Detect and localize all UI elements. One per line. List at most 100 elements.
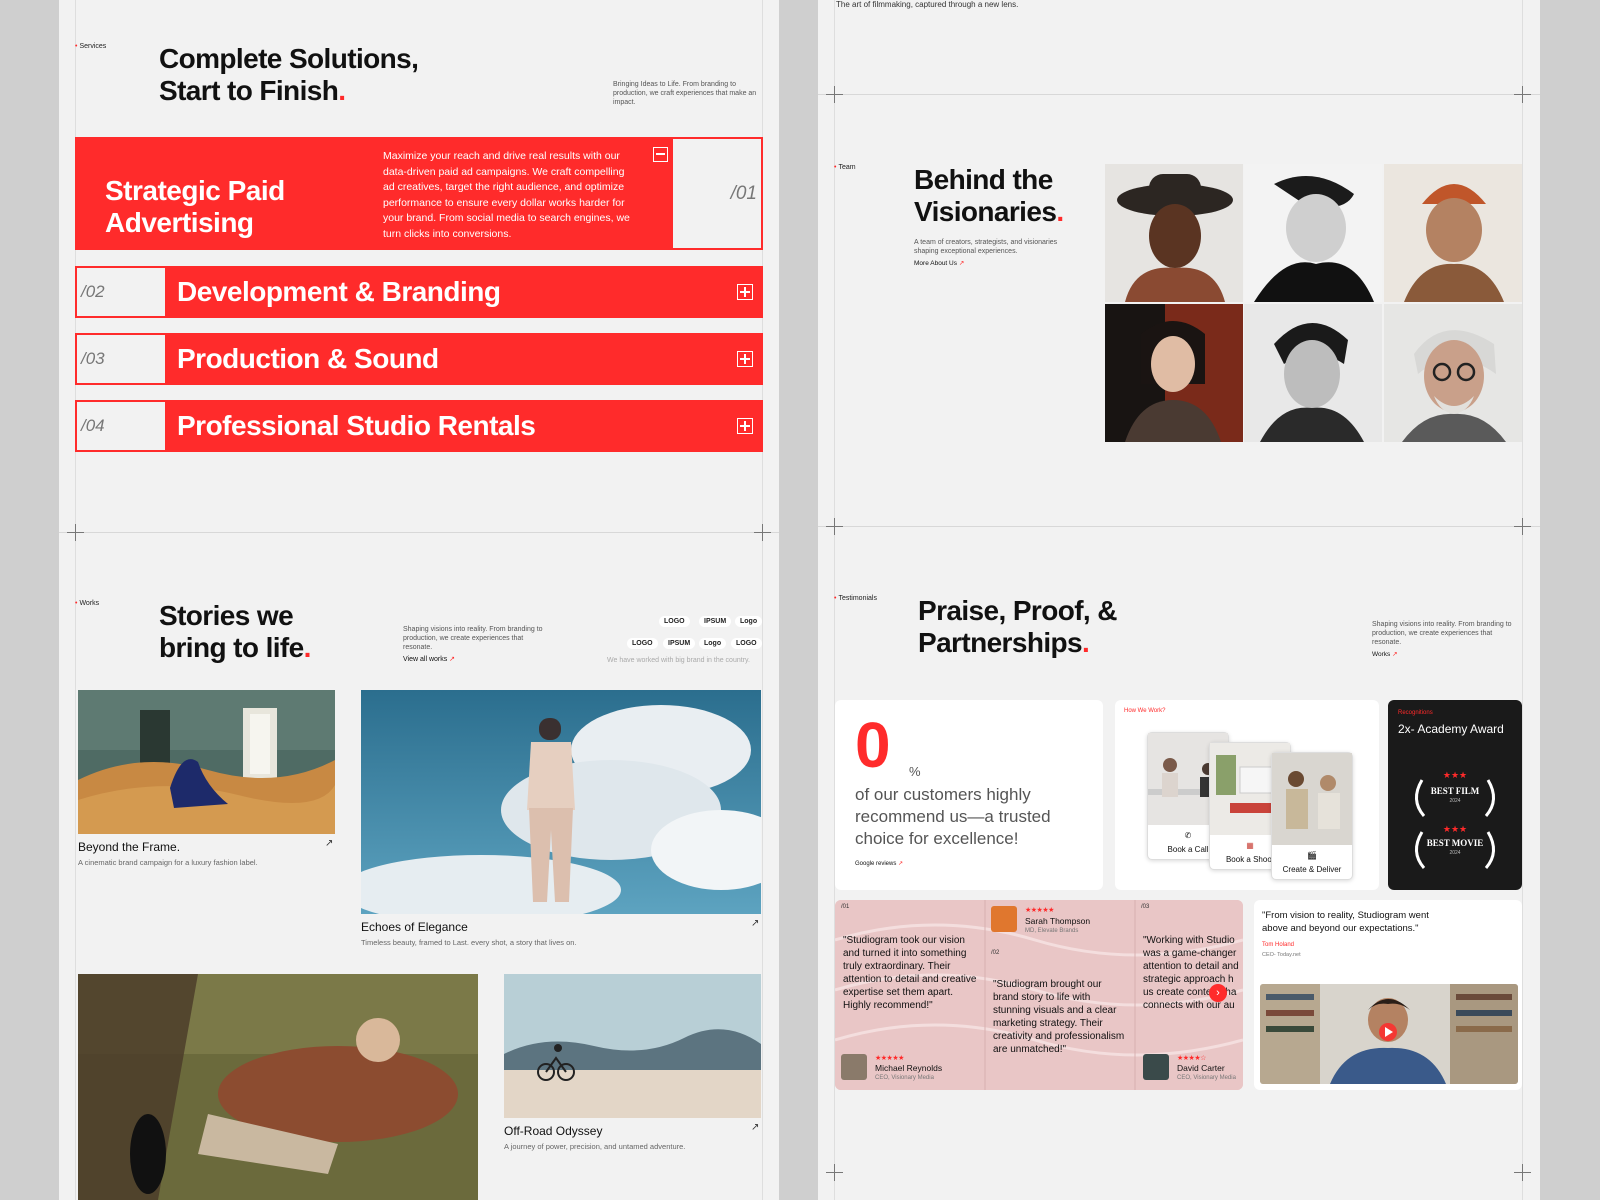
rating-stars: ★★★★★ [1025,907,1054,914]
left-page-panel: Services Complete Solutions, Start to Fi… [59,0,779,1200]
work-subtitle: A cinematic brand campaign for a luxury … [78,858,258,867]
work-image-echoes-of-elegance[interactable] [361,690,761,914]
stat-text: of our customers highly recommend us—a t… [855,785,1051,848]
accordion-item-studio-rentals[interactable]: /04 Professional Studio Rentals [75,400,763,452]
right-page-panel: The art of filmmaking, captured through … [818,0,1540,1200]
stat-unit: % [909,764,921,779]
team-section-label: Team [834,164,855,171]
portrait-older-man [1384,304,1522,442]
works-title: Stories we bring to life. [159,600,311,663]
how-we-work-label: How We Work? [1124,708,1166,714]
expand-icon[interactable] [737,418,753,434]
sky-figure-illustration [361,690,761,914]
portrait-young-man-bw [1244,304,1382,442]
crosshair-icon [1514,1164,1531,1181]
works-link[interactable]: Works ↗ [1372,650,1398,658]
arrow-up-right-icon[interactable]: ↗ [751,918,759,929]
award-year: 2024 [1449,850,1461,856]
person-role: CEO, Visionary Media [875,1075,934,1081]
crosshair-icon [754,524,771,541]
work-image-beyond-the-frame[interactable] [78,690,335,834]
arrow-up-right-icon[interactable]: ↗ [325,838,333,849]
person-role: CEO, Visionary Media [1177,1075,1236,1081]
section-divider [59,532,779,533]
video-person-role: CEO- Today.net [1262,952,1301,958]
accordion-number-box: /02 [77,268,165,316]
work-image-off-road-odyssey[interactable] [504,974,761,1118]
accordion-item-production-sound[interactable]: /03 Production & Sound [75,333,763,385]
recognitions-card: Recognitions 2x- Academy Award ★★★ ★★★ B… [1388,700,1522,890]
view-all-works-link[interactable]: View all works ↗ [403,655,455,663]
accordion-number-box: /03 [77,335,165,383]
next-arrow-button[interactable]: › [1209,984,1227,1002]
portrait-hat-man [1105,164,1243,302]
recognitions-label: Recognitions [1398,710,1433,716]
arrow-up-right-icon: ↗ [449,656,456,663]
stat-card: 0 % of our customers highly recommend us… [835,700,1103,890]
video-quote: "From vision to reality, Studiogram went… [1262,910,1429,934]
team-portrait[interactable] [1105,164,1243,302]
team-intro: A team of creators, strategists, and vis… [914,239,1058,256]
team-portrait[interactable] [1244,164,1382,302]
expand-icon[interactable] [737,284,753,300]
team-collaboration-photo [1272,753,1352,845]
person-name: Michael Reynolds [875,1063,943,1073]
team-title: Behind the Visionaries. [914,164,1064,227]
work-title[interactable]: Off-Road Odyssey [504,1124,602,1138]
services-section-label: Services [75,43,106,50]
desert-room-illustration [78,690,335,834]
accordion-item-strategic-paid-advertising[interactable]: Strategic Paid Advertising Maximize your… [75,137,763,250]
brand-logo: Logo [699,638,727,649]
how-we-work-card: How We Work? ✆ Book a Call ▦ Book a Shoo… [1115,700,1379,890]
expand-icon[interactable] [737,351,753,367]
work-title[interactable]: Echoes of Elegance [361,920,468,934]
accordion-item-development-branding[interactable]: /02 Development & Branding [75,266,763,318]
brand-logo: IPSUM [663,638,696,649]
avatar [841,1054,867,1080]
accordion-item-title: Development & Branding [177,276,501,307]
collapse-icon[interactable] [653,147,668,162]
work-subtitle: A journey of power, precision, and untam… [504,1142,686,1151]
award-badge-best-movie: BEST MOVIE [1426,838,1484,848]
grass-figure-illustration [78,974,478,1200]
video-player[interactable] [1260,984,1518,1084]
step-card-create-deliver[interactable]: 🎬 Create & Deliver [1271,752,1353,880]
video-thumbnail [1260,984,1518,1084]
team-portrait[interactable] [1105,304,1243,442]
team-portrait[interactable] [1384,164,1522,302]
brand-logo: IPSUM [699,616,732,627]
brands-note: We have worked with big brand in the cou… [607,657,750,664]
person-name: Sarah Thompson [1025,916,1091,926]
services-intro: Bringing Ideas to Life. From branding to… [613,81,757,107]
quote-text: "Studiogram brought our brand story to l… [993,979,1125,1055]
works-section-label: Works [75,600,99,607]
works-intro: Shaping visions into reality. From brand… [403,626,543,652]
section-divider [818,94,1540,95]
accordion-item-title: Production & Sound [177,343,439,374]
avatar [1143,1054,1169,1080]
brand-logo: LOGO [659,616,690,627]
step-label: Create & Deliver [1282,865,1342,874]
guide-line [1522,0,1523,1200]
more-about-us-link[interactable]: More About Us ↗ [914,259,964,267]
work-title[interactable]: Beyond the Frame. [78,840,180,854]
google-reviews-link[interactable]: Google reviews ↗ [855,860,903,867]
svg-text:★★★: ★★★ [1443,771,1467,781]
video-person-name: Tom Holand [1262,942,1295,948]
services-title: Complete Solutions, Start to Finish. [159,43,419,106]
work-image-field-portrait[interactable] [78,974,478,1200]
quote-text: "Working with Studio was a game-changer … [1143,935,1239,1011]
quote-number: /01 [841,904,850,910]
quote-number: /02 [991,950,1000,956]
award-year: 2024 [1449,798,1461,804]
person-role: MD, Elevate Brands [1025,928,1079,934]
accordion-item-title: Professional Studio Rentals [177,410,536,441]
team-portrait[interactable] [1244,304,1382,442]
arrow-up-right-icon[interactable]: ↗ [751,1122,759,1133]
accordion-item-description: Maximize your reach and drive real resul… [383,150,630,240]
arrow-up-right-icon: ↗ [898,861,904,867]
testimonials-carousel[interactable]: /01 "Studiogram took our vision and turn… [835,900,1243,1090]
team-portrait[interactable] [1384,304,1522,442]
brand-logo: LOGO [731,638,762,649]
section-divider [818,526,1540,527]
